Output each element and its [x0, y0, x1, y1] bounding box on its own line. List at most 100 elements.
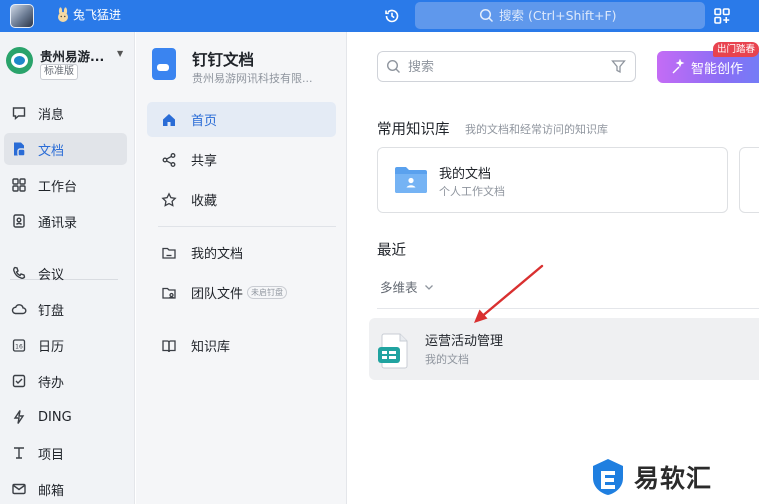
docs-menu-label: 知识库 — [191, 340, 231, 355]
docs-logo-icon — [152, 48, 176, 80]
promo-tag: 出门踏春 — [713, 42, 759, 57]
checkbox-icon — [10, 372, 28, 390]
watermark-text: 易软汇 — [634, 464, 713, 493]
drive-disabled-badge: 未启钉盘 — [247, 286, 288, 299]
nav-item-label: 日历 — [38, 339, 65, 355]
nav-item-label: DING — [38, 409, 72, 425]
docs-menu-shared[interactable]: 共享 — [147, 142, 336, 177]
global-search-input[interactable] — [499, 6, 689, 25]
docs-menu-my-documents[interactable]: 我的文档 — [147, 235, 336, 270]
phone-icon — [10, 264, 28, 282]
kb-card-my-documents[interactable]: 我的文档 个人工作文档 — [377, 147, 728, 213]
docs-home-main: 智能创作 出门踏春 常用知识库 我的文档和经常访问的知识库 我的文档 个人工作文… — [347, 32, 759, 504]
share-icon — [160, 151, 178, 169]
docs-menu-knowledge-base[interactable]: 知识库 — [147, 328, 336, 363]
project-icon — [10, 444, 28, 462]
document-icon — [10, 140, 28, 158]
nav-item-label: 通讯录 — [38, 215, 78, 231]
docs-sidebar: 钉钉文档 贵州易游网讯科技有限... 首页 共享 收藏 我的文档 团队文件 未启… — [136, 32, 347, 504]
multi-dimension-table-icon — [378, 333, 408, 369]
team-folder-icon — [160, 284, 178, 302]
recent-type-filter[interactable]: 多维表 — [380, 277, 434, 296]
docs-menu-label: 首页 — [191, 114, 218, 129]
docs-menu-label: 我的文档 — [191, 247, 244, 262]
nav-item-meetings[interactable]: 会议 — [4, 257, 127, 289]
cloud-icon — [10, 300, 28, 318]
history-icon — [385, 9, 399, 23]
search-icon — [479, 8, 494, 23]
nav-item-label: 消息 — [38, 107, 65, 123]
recent-filter-label: 多维表 — [380, 280, 418, 295]
grid-icon — [10, 176, 28, 194]
kb-card-desc: 个人工作文档 — [439, 185, 505, 198]
rabbit-icon — [58, 7, 68, 22]
nav-item-contacts[interactable]: 通讯录 — [4, 205, 127, 237]
message-icon — [10, 104, 28, 122]
nav-item-calendar[interactable]: 16 日历 — [4, 329, 127, 361]
kb-section-title: 常用知识库 — [377, 122, 450, 138]
org-name[interactable]: 贵州易游... — [40, 46, 104, 65]
chevron-down-icon — [424, 284, 433, 290]
org-logo[interactable] — [6, 47, 33, 74]
kb-card-name: 我的文档 — [439, 167, 492, 182]
nav-item-todo[interactable]: 待办 — [4, 365, 127, 397]
nav-item-workbench[interactable]: 工作台 — [4, 169, 127, 201]
nav-item-label: 项目 — [38, 447, 65, 463]
user-avatar[interactable] — [10, 4, 34, 28]
recent-divider — [377, 308, 759, 309]
folder-icon — [395, 167, 427, 193]
lightning-icon — [10, 408, 28, 426]
docs-menu-divider — [158, 226, 336, 227]
calendar-icon: 16 — [10, 336, 28, 354]
kb-section-subtitle: 我的文档和经常访问的知识库 — [465, 123, 608, 136]
folder-icon — [160, 244, 178, 262]
docs-search-input[interactable] — [408, 58, 598, 76]
docs-org-subtitle: 贵州易游网讯科技有限... — [192, 72, 313, 85]
svg-text:16: 16 — [15, 344, 23, 351]
docs-menu-label: 共享 — [191, 154, 218, 169]
nav-item-mail[interactable]: 邮箱 — [4, 473, 127, 504]
nav-item-label: 钉盘 — [38, 303, 65, 319]
contacts-icon — [10, 212, 28, 230]
title-bar: 兔飞猛进 — [0, 0, 759, 32]
apps-icon — [714, 8, 730, 24]
nav-item-messages[interactable]: 消息 — [4, 97, 127, 129]
nav-item-ding[interactable]: DING — [4, 401, 127, 433]
watermark: 易软汇 — [588, 456, 753, 498]
user-name[interactable]: 兔飞猛进 — [73, 7, 121, 24]
docs-menu-label: 收藏 — [191, 194, 218, 209]
left-navigation: 贵州易游... ▼ 标准版 消息 文档 工作台 通讯录 会议 钉盘 16 日历 … — [0, 32, 135, 504]
org-plan-badge: 标准版 — [40, 64, 78, 80]
docs-menu-home[interactable]: 首页 — [147, 102, 336, 137]
nav-item-projects[interactable]: 项目 — [4, 437, 127, 469]
watermark-logo — [593, 459, 623, 495]
home-icon — [160, 111, 178, 129]
docs-search[interactable] — [377, 51, 636, 82]
nav-item-label: 会议 — [38, 267, 65, 283]
recent-item[interactable]: 运营活动管理 我的文档 — [369, 318, 759, 380]
sparkle-pen-icon — [672, 59, 685, 74]
mail-icon — [10, 480, 28, 498]
recent-item-location: 我的文档 — [425, 353, 469, 366]
kb-card-partial[interactable] — [739, 147, 759, 213]
nav-item-label: 文档 — [38, 143, 65, 159]
nav-item-documents[interactable]: 文档 — [4, 133, 127, 165]
nav-item-drive[interactable]: 钉盘 — [4, 293, 127, 325]
ai-create-label: 智能创作 — [691, 61, 744, 77]
docs-menu-favorites[interactable]: 收藏 — [147, 182, 336, 217]
star-icon — [160, 191, 178, 209]
docs-menu-label: 团队文件 — [191, 287, 244, 302]
book-icon — [160, 337, 178, 355]
nav-item-label: 工作台 — [38, 179, 78, 195]
history-button[interactable] — [382, 6, 402, 26]
apps-button[interactable] — [712, 6, 732, 26]
annotation-arrow — [474, 264, 544, 323]
nav-item-label: 待办 — [38, 375, 65, 391]
filter-icon[interactable] — [611, 59, 626, 74]
global-search[interactable] — [415, 2, 705, 29]
caret-down-icon[interactable]: ▼ — [117, 49, 123, 58]
docs-title: 钉钉文档 — [192, 51, 255, 69]
docs-menu-team-files[interactable]: 团队文件 未启钉盘 — [147, 275, 336, 310]
search-icon — [386, 59, 400, 73]
recent-item-name: 运营活动管理 — [425, 334, 504, 349]
